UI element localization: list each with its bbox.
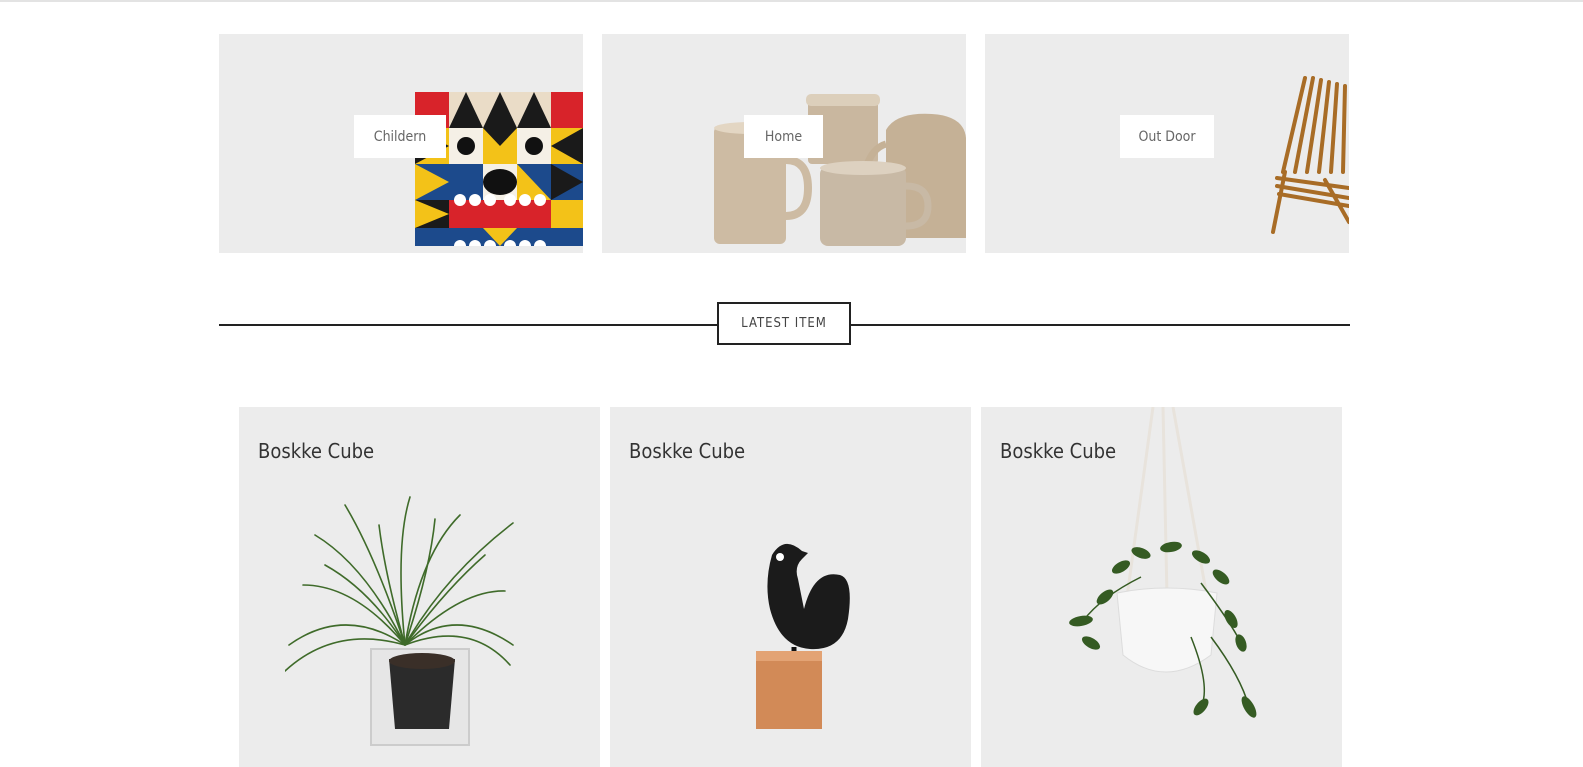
product-title[interactable]: Boskke Cube (629, 439, 745, 463)
category-label[interactable]: Out Door (1120, 115, 1214, 158)
latest-item-heading: LATEST ITEM (717, 302, 851, 345)
wooden-chair-image (1271, 76, 1349, 234)
category-banner-outdoor[interactable]: Out Door (985, 34, 1349, 253)
potted-grass-plant-image (285, 496, 514, 746)
ceramic-cups-image (714, 94, 966, 246)
product-card[interactable]: Boskke Cube (239, 407, 600, 767)
product-title[interactable]: Boskke Cube (258, 439, 374, 463)
divider-line-right (851, 324, 1350, 326)
hanging-planter-image (1069, 407, 1257, 718)
category-label[interactable]: Childern (354, 115, 446, 158)
category-label[interactable]: Home (744, 115, 823, 158)
product-card[interactable]: Boskke Cube (610, 407, 971, 767)
category-banner-children[interactable]: Childern (219, 34, 583, 253)
top-border (0, 0, 1583, 2)
divider-line-left (219, 324, 717, 326)
category-banner-home[interactable]: Home (602, 34, 966, 253)
product-card[interactable]: Boskke Cube (981, 407, 1342, 767)
bird-figurine-image (756, 543, 850, 729)
